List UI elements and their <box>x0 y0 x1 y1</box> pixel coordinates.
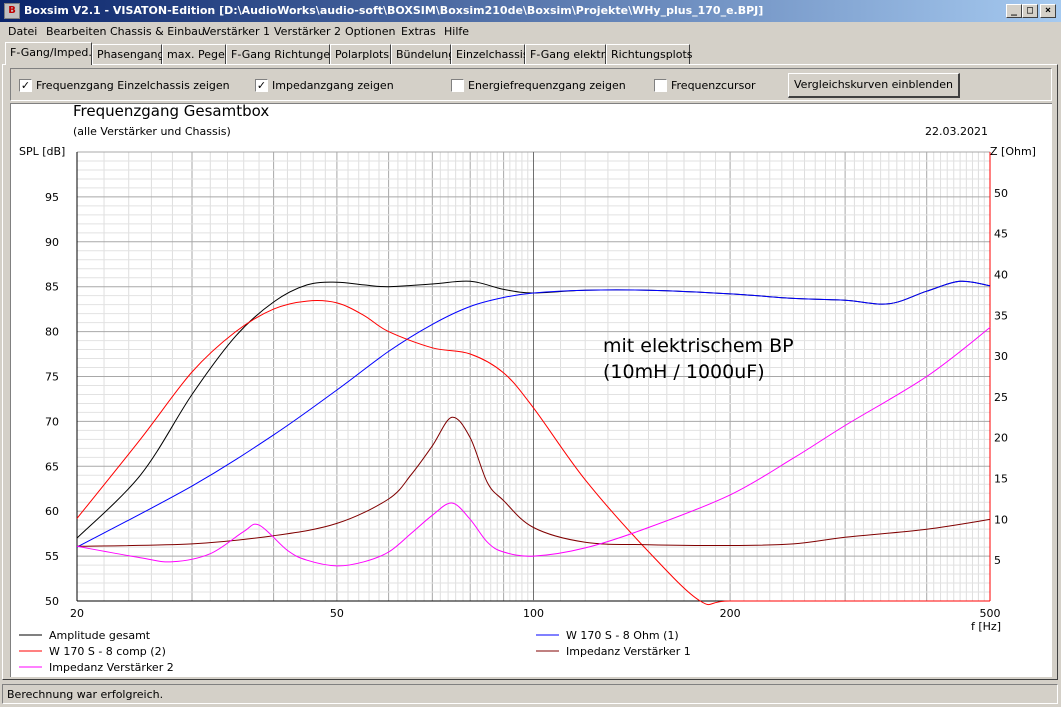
tab-panel: ✓ Frequenzgang Einzelchassis zeigen ✓ Im… <box>2 64 1058 680</box>
y-tick-label-right: 25 <box>994 391 1008 404</box>
tab-phasengang[interactable]: Phasengang <box>92 44 165 64</box>
chart-grid <box>76 151 991 602</box>
y-tick-label-left: 70 <box>45 415 59 428</box>
menu-bar: Datei Bearbeiten Chassis & Einbau Verstä… <box>0 23 1061 41</box>
tab-f-gang-elektr[interactable]: F-Gang elektr. <box>525 44 608 64</box>
annotation-line-1: mit elektrischem BP <box>603 335 794 357</box>
tab-max-pegel[interactable]: max. Pegel <box>162 44 228 64</box>
x-tick-label: 20 <box>70 607 84 620</box>
y-tick-label-left: 85 <box>45 281 59 294</box>
tab-polarplots[interactable]: Polarplots <box>330 44 391 64</box>
menu-extras[interactable]: Extras <box>401 25 436 38</box>
y-tick-label-right: 40 <box>994 268 1008 281</box>
legend-label-4: Impedanz Verstärker 1 <box>566 645 691 658</box>
legend-label-3: W 170 S - 8 comp (2) <box>49 645 166 658</box>
checkbox-einzelchassis-label[interactable]: Frequenzgang Einzelchassis zeigen <box>36 79 230 92</box>
x-axis-label: f [Hz] <box>971 620 1001 633</box>
y-tick-label-right: 35 <box>994 309 1008 322</box>
window-title: Boxsim V2.1 - VISATON-Edition [D:\AudioW… <box>24 4 764 17</box>
y-tick-label-right: 50 <box>994 187 1008 200</box>
menu-verstaerker-2[interactable]: Verstärker 2 <box>274 25 341 38</box>
maximize-button[interactable]: □ <box>1022 4 1038 18</box>
tab-richtungsplots[interactable]: Richtungsplots <box>606 44 693 64</box>
vergleichskurven-button[interactable]: Vergleichskurven einblenden <box>788 73 960 98</box>
y-tick-label-left: 55 <box>45 550 59 563</box>
y-tick-label-right: 45 <box>994 228 1008 241</box>
legend-label-2: W 170 S - 8 Ohm (1) <box>566 629 679 642</box>
y-tick-label-left: 50 <box>45 595 59 608</box>
frequency-response-chart[interactable]: Frequenzgang Gesamtbox (alle Verstärker … <box>11 102 1052 677</box>
chart-title: Frequenzgang Gesamtbox <box>73 104 269 120</box>
menu-datei[interactable]: Datei <box>8 25 37 38</box>
options-row: ✓ Frequenzgang Einzelchassis zeigen ✓ Im… <box>10 68 1052 101</box>
menu-chassis-einbau[interactable]: Chassis & Einbau <box>110 25 205 38</box>
legend-label-1: Amplitude gesamt <box>49 629 151 642</box>
legend: Amplitude gesamt W 170 S - 8 Ohm (1) W 170… <box>19 629 691 674</box>
y-tick-label-right: 10 <box>994 513 1008 526</box>
y-axis-label-left: SPL [dB] <box>19 145 65 158</box>
y-tick-label-left: 75 <box>45 371 59 384</box>
chart-subtitle: (alle Verstärker und Chassis) <box>73 125 231 138</box>
y-tick-label-left: 60 <box>45 505 59 518</box>
y-tick-label-left: 65 <box>45 460 59 473</box>
close-button[interactable]: × <box>1040 4 1056 18</box>
chart-area[interactable]: Frequenzgang Gesamtbox (alle Verstärker … <box>10 102 1052 677</box>
menu-optionen[interactable]: Optionen <box>345 25 395 38</box>
y-tick-label-left: 90 <box>45 236 59 249</box>
x-tick-label: 100 <box>523 607 544 620</box>
checkbox-energiefrequenzgang[interactable] <box>451 79 464 92</box>
legend-label-5: Impedanz Verstärker 2 <box>49 661 174 674</box>
tab-strip: F-Gang/Imped. Phasengang max. Pegel F-Ga… <box>0 42 1061 65</box>
menu-verstaerker-1[interactable]: Verstärker 1 <box>203 25 270 38</box>
tab-f-gang-richtungen[interactable]: F-Gang Richtungen <box>226 44 337 64</box>
y-tick-label-right: 20 <box>994 432 1008 445</box>
x-tick-label: 50 <box>330 607 344 620</box>
tab-f-gang-imped[interactable]: F-Gang/Imped. <box>5 42 92 65</box>
status-bar: Berechnung war erfolgreich. <box>2 684 1058 704</box>
checkbox-einzelchassis[interactable]: ✓ <box>19 79 32 92</box>
checkbox-frequenzcursor[interactable] <box>654 79 667 92</box>
x-tick-label: 500 <box>980 607 1001 620</box>
menu-bearbeiten[interactable]: Bearbeiten <box>46 25 106 38</box>
annotation-line-2: (10mH / 1000uF) <box>603 361 765 383</box>
y-tick-label-right: 15 <box>994 473 1008 486</box>
tab-buendelung[interactable]: Bündelung <box>391 44 455 64</box>
y-tick-label-left: 95 <box>45 191 59 204</box>
checkbox-energiefrequenzgang-label[interactable]: Energiefrequenzgang zeigen <box>468 79 626 92</box>
y-tick-label-right: 5 <box>994 554 1001 567</box>
x-tick-label: 200 <box>720 607 741 620</box>
chart-date: 22.03.2021 <box>925 125 988 138</box>
checkbox-impedanzgang-label[interactable]: Impedanzgang zeigen <box>272 79 394 92</box>
minimize-button[interactable]: _ <box>1006 4 1022 18</box>
checkbox-impedanzgang[interactable]: ✓ <box>255 79 268 92</box>
checkbox-frequenzcursor-label[interactable]: Frequenzcursor <box>671 79 756 92</box>
tab-einzelchassis[interactable]: Einzelchassis <box>451 44 529 64</box>
y-tick-label-left: 80 <box>45 326 59 339</box>
boxsim-icon[interactable]: B <box>4 3 20 19</box>
menu-hilfe[interactable]: Hilfe <box>444 25 469 38</box>
title-bar[interactable]: B Boxsim V2.1 - VISATON-Edition [D:\Audi… <box>0 0 1061 22</box>
y-tick-label-right: 30 <box>994 350 1008 363</box>
y-axis-label-right: Z [Ohm] <box>990 145 1036 158</box>
status-text: Berechnung war erfolgreich. <box>7 688 164 701</box>
